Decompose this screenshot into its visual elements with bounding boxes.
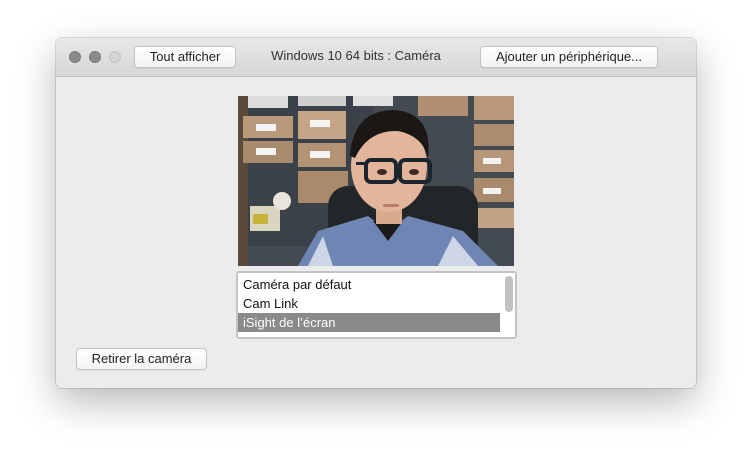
window-title: Windows 10 64 bits : Caméra <box>271 48 441 63</box>
camera-list-item-label: Caméra par défaut <box>243 277 352 292</box>
camera-list-item-selected[interactable]: iSight de l’écran <box>238 313 500 332</box>
title-bar: Tout afficher Windows 10 64 bits : Camér… <box>56 38 696 77</box>
camera-list-item-label: Cam Link <box>243 296 298 311</box>
camera-window: Tout afficher Windows 10 64 bits : Camér… <box>56 38 696 388</box>
camera-list-item[interactable]: Caméra par défaut <box>238 275 498 294</box>
add-device-button[interactable]: Ajouter un périphérique... <box>480 46 658 68</box>
close-window-button[interactable] <box>69 51 81 63</box>
remove-camera-button[interactable]: Retirer la caméra <box>76 348 207 370</box>
camera-list-item[interactable]: Cam Link <box>238 294 498 313</box>
list-scrollbar[interactable] <box>505 276 513 312</box>
show-all-button[interactable]: Tout afficher <box>134 46 236 68</box>
zoom-window-button[interactable] <box>109 51 121 63</box>
camera-list-item-label: iSight de l’écran <box>243 315 336 330</box>
camera-list[interactable]: Caméra par défaut Cam Link iSight de l’é… <box>236 271 517 339</box>
camera-preview-image <box>238 96 514 266</box>
minimize-window-button[interactable] <box>89 51 101 63</box>
camera-preview <box>238 96 514 266</box>
